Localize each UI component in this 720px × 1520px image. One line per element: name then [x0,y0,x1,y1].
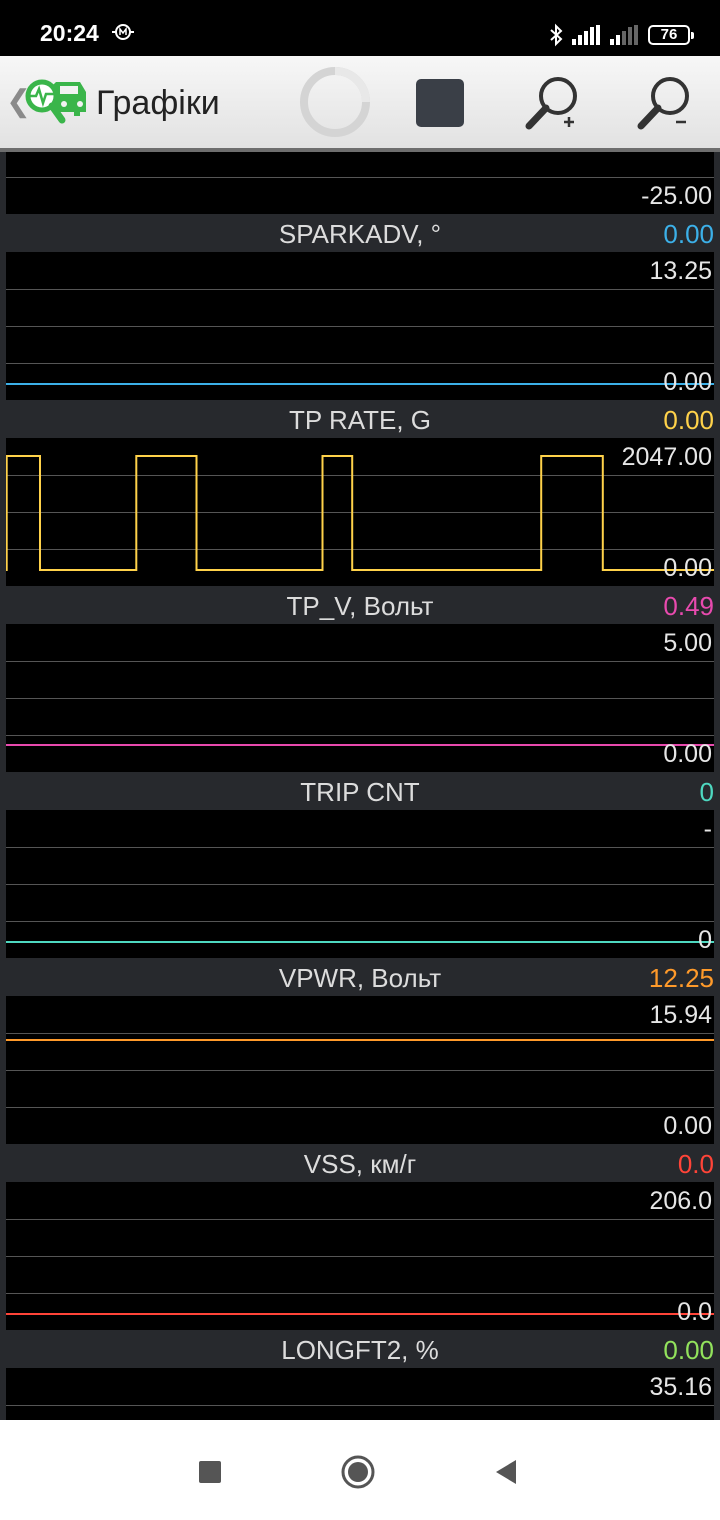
y-max-label: 5.00 [663,629,712,657]
y-max-label: 206.0 [649,1187,712,1215]
status-bar: 20:24 76 [0,0,720,56]
stop-button[interactable] [416,79,464,127]
chart-plot[interactable]: 5.00 0.00 [6,624,714,772]
battery-level: 76 [660,26,678,43]
gridline [6,1256,714,1257]
y-min-label: 0.00 [663,554,712,582]
chart-panel[interactable]: -25.00 [0,152,720,214]
chart-header: TP RATE, G 0.00 [6,400,714,438]
gridline [6,884,714,885]
chart-panel[interactable]: SPARKADV, ° 0.00 13.25 0.00 [0,214,720,400]
bluetooth-icon [550,23,563,47]
series-line [6,743,714,746]
y-max-label: 15.94 [649,1001,712,1029]
series-line [6,941,714,943]
status-time: 20:24 [40,20,99,46]
gridline [6,1070,714,1071]
y-max-label: 2047.00 [621,443,712,471]
y-max-label: 35.16 [649,1373,712,1401]
chart-series-svg [6,455,714,571]
y-min-label: 0 [698,926,712,954]
chart-header: LONGFT2, % 0.00 [6,1330,714,1368]
page-title: Графіки [96,84,220,122]
gridline [6,921,714,922]
chart-header: VSS, км/г 0.0 [6,1144,714,1182]
zoom-in-icon[interactable] [524,74,586,136]
chart-panel[interactable]: TP RATE, G 0.00 2047.00 0.00 [0,400,720,586]
gridline [6,661,714,662]
gridline [6,1293,714,1294]
chart-panel[interactable]: VSS, км/г 0.0 206.0 0.0 [0,1144,720,1330]
loading-spinner-icon [300,67,370,137]
y-min-label: -25.00 [641,182,712,210]
gridline [6,1219,714,1220]
chart-plot[interactable]: 13.25 0.00 [6,252,714,400]
chart-plot[interactable]: 206.0 0.0 [6,1182,714,1330]
navigation-bar [0,1420,720,1520]
chart-current-value: 0 [699,777,714,807]
gridline [6,1033,714,1034]
chart-title: TRIP CNT [300,777,420,807]
chart-header: TP_V, Вольт 0.49 [6,586,714,624]
y-min-label: 0.00 [663,368,712,396]
chart-title: VPWR, Вольт [278,963,442,993]
gridline [6,289,714,290]
chart-current-value: 0.00 [663,1335,714,1365]
chart-plot[interactable]: -25.00 [6,152,714,214]
chart-panel[interactable]: TRIP CNT 0-0 [0,772,720,958]
charts-list[interactable]: -25.00 SPARKADV, ° 0.00 13.25 0.00 TP RATE, G… [0,152,720,1420]
carrier-icon [112,24,134,40]
chart-title: SPARKADV, ° [278,219,442,249]
chart-header: TRIP CNT 0 [6,772,714,810]
back-triangle-icon[interactable] [494,1458,518,1486]
chart-title: LONGFT2, % [281,1335,439,1365]
chart-title: TP RATE, G [288,405,432,435]
gridline [6,177,714,178]
chart-current-value: 12.25 [648,963,714,993]
home-circle-icon[interactable] [341,1455,375,1489]
battery-icon: 76 [648,25,694,45]
y-min-label: 0.00 [663,740,712,768]
series-line [6,383,714,385]
chart-plot[interactable]: 2047.00 0.00 [6,438,714,586]
chart-current-value: 0.49 [663,591,714,621]
signal-weak-icon [610,25,638,45]
chart-header: VPWR, Вольт 12.25 [6,958,714,996]
gridline [6,847,714,848]
chart-plot[interactable]: 35.16 [6,1368,714,1420]
chart-current-value: 0.0 [677,1149,714,1179]
chart-plot[interactable]: -0 [6,810,714,958]
app-bar: ❮ Графіки [0,56,720,152]
gridline [6,1405,714,1406]
y-min-label: 0.00 [663,1112,712,1140]
chart-current-value: 0.00 [663,405,714,435]
gridline [6,735,714,736]
car-diagnostics-icon [25,79,86,124]
series-line [6,1313,714,1315]
y-min-label: 0.0 [677,1298,712,1326]
y-max-label: - [703,815,712,843]
chart-header: SPARKADV, ° 0.00 [6,214,714,252]
chart-title: TP_V, Вольт [286,591,434,621]
chart-panel[interactable]: LONGFT2, % 0.00 35.16 [0,1330,720,1420]
signal-icon [572,25,600,45]
recents-square-icon[interactable] [199,1461,221,1483]
gridline [6,326,714,327]
chart-plot[interactable]: 15.94 0.00 [6,996,714,1144]
y-max-label: 13.25 [649,257,712,285]
chart-title: VSS, км/г [303,1149,417,1179]
chart-current-value: 0.00 [663,219,714,249]
series-line [6,1039,714,1042]
gridline [6,1107,714,1108]
series-line [6,455,714,571]
chart-panel[interactable]: VPWR, Вольт 12.25 15.94 0.00 [0,958,720,1144]
zoom-out-icon[interactable] [636,74,698,136]
gridline [6,698,714,699]
chart-panel[interactable]: TP_V, Вольт 0.49 5.00 0.00 [0,586,720,772]
gridline [6,363,714,364]
